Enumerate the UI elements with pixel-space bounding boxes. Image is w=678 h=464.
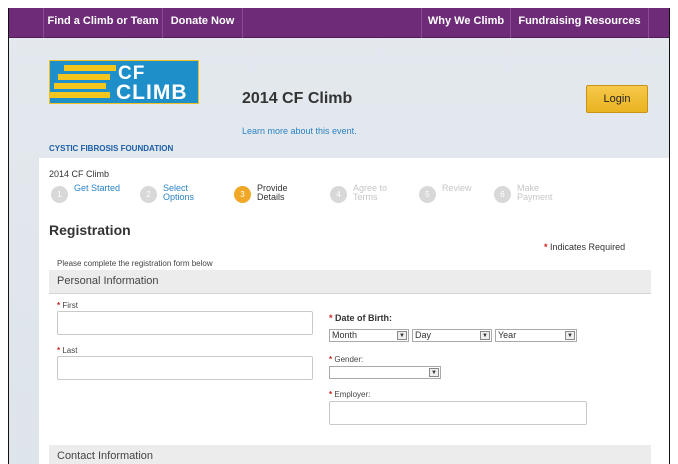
step-label: Make Payment xyxy=(517,183,553,202)
step-label: Select Options xyxy=(163,183,195,202)
registration-panel: 2014 CF Climb 1 Get Started 2 Select Opt… xyxy=(39,158,669,464)
step-label: Agree to Terms xyxy=(353,183,388,202)
chevron-down-icon: ▼ xyxy=(565,331,575,340)
last-name-input[interactable] xyxy=(57,356,313,380)
event-title: 2014 CF Climb xyxy=(242,90,353,107)
required-star: * xyxy=(544,242,548,252)
first-name-label: * First xyxy=(57,301,78,310)
step-number: 6 xyxy=(494,186,511,203)
browser-frame: Find a Climb or Team Donate Now Why We C… xyxy=(8,8,670,464)
logo-subtitle: CYSTIC FIBROSIS FOUNDATION xyxy=(49,144,174,153)
step-number: 4 xyxy=(330,186,347,203)
step-number: 3 xyxy=(234,186,251,203)
step-label: Provide Details xyxy=(257,183,288,202)
last-name-label: * Last xyxy=(57,346,78,355)
dob-month-select[interactable]: Month ▼ xyxy=(329,329,409,342)
required-note-text: Indicates Required xyxy=(550,242,626,252)
login-button[interactable]: Login xyxy=(586,85,648,113)
step-number: 1 xyxy=(51,186,68,203)
nav-fundraising-resources[interactable]: Fundraising Resources xyxy=(511,8,649,38)
chevron-down-icon: ▼ xyxy=(397,331,407,340)
first-name-input[interactable] xyxy=(57,311,313,335)
employer-label: * Employer: xyxy=(329,390,371,399)
section-personal-information: Personal Information xyxy=(49,270,651,294)
gender-select[interactable]: ▼ xyxy=(329,366,441,379)
logo-text-climb: CLIMB xyxy=(116,81,188,104)
section-contact-information: Contact Information xyxy=(49,445,651,464)
top-navigation: Find a Climb or Team Donate Now Why We C… xyxy=(9,8,669,38)
gender-label: * Gender: xyxy=(329,355,364,364)
dob-day-select[interactable]: Day ▼ xyxy=(412,329,492,342)
chevron-down-icon: ▼ xyxy=(429,368,439,377)
required-note: * Indicates Required xyxy=(544,242,625,252)
dob-label: * Date of Birth: xyxy=(329,313,393,323)
page-header: CF CLIMB CYSTIC FIBROSIS FOUNDATION 2014… xyxy=(9,38,669,156)
nav-find-climb[interactable]: Find a Climb or Team xyxy=(43,8,163,38)
employer-input[interactable] xyxy=(329,401,587,425)
logo-box: CF CLIMB xyxy=(49,60,199,104)
nav-donate-now[interactable]: Donate Now xyxy=(163,8,243,38)
nav-why-we-climb[interactable]: Why We Climb xyxy=(421,8,511,38)
learn-more-link[interactable]: Learn more about this event. xyxy=(242,126,357,136)
chevron-down-icon: ▼ xyxy=(480,331,490,340)
dob-year-select[interactable]: Year ▼ xyxy=(495,329,577,342)
step-label: Review xyxy=(442,183,472,193)
step-label: Get Started xyxy=(74,183,121,193)
step-number: 5 xyxy=(419,186,436,203)
cf-climb-logo[interactable]: CF CLIMB CYSTIC FIBROSIS FOUNDATION xyxy=(39,60,199,153)
breadcrumb: 2014 CF Climb xyxy=(49,169,110,179)
step-number: 2 xyxy=(140,186,157,203)
form-intro: Please complete the registration form be… xyxy=(57,259,213,268)
registration-title: Registration xyxy=(49,222,131,238)
